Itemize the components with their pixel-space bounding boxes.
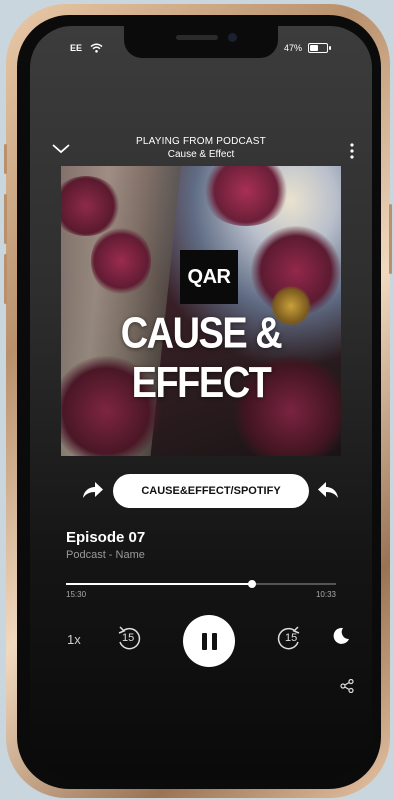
artwork-blossom — [91, 226, 151, 296]
status-right: 47% — [283, 43, 331, 53]
header-subtitle: PLAYING FROM PODCAST — [136, 136, 266, 147]
battery-percent: 47% — [283, 43, 302, 53]
reply-arrow-icon[interactable] — [317, 480, 339, 500]
total-time: 10:33 — [315, 590, 336, 599]
header-title: Cause & Effect — [167, 149, 235, 160]
status-left: EE — [70, 43, 103, 53]
album-artwork: QAR CAUSE & EFFECT — [61, 166, 341, 456]
spotify-link-button[interactable]: CAUSE&EFFECT/SPOTIFY — [113, 474, 309, 508]
volume-up-button — [4, 194, 7, 244]
share-row: CAUSE&EFFECT/SPOTIFY — [30, 474, 372, 508]
skip-back-label: 15 — [122, 632, 135, 644]
playback-speed-button[interactable]: 1x — [67, 632, 81, 647]
artwork-blossom — [201, 166, 291, 226]
front-camera — [228, 33, 237, 42]
skip-forward-button[interactable]: 15 — [274, 623, 304, 653]
progress-bar[interactable] — [66, 580, 336, 588]
screen: EE 47% PLAYING FROM PODCAST Cause & Effe… — [30, 26, 372, 778]
pause-button[interactable] — [183, 615, 235, 667]
mute-switch — [4, 144, 7, 174]
skip-forward-label: 15 — [285, 632, 298, 644]
battery-level — [310, 45, 318, 51]
episode-subtitle: Podcast - Name — [66, 549, 145, 561]
progress-fill — [66, 583, 253, 585]
wifi-icon — [90, 43, 103, 53]
battery-icon — [308, 43, 331, 53]
progress-thumb[interactable] — [248, 580, 257, 588]
episode-title: Episode 07 — [66, 529, 146, 546]
skip-back-button[interactable]: 15 — [114, 623, 144, 653]
artwork-logo: QAR — [180, 250, 238, 304]
speaker — [176, 35, 218, 40]
share-icon[interactable] — [340, 679, 354, 693]
moon-icon[interactable] — [332, 627, 350, 645]
carrier-label: EE — [70, 43, 83, 53]
pause-icon — [199, 632, 219, 650]
power-button — [389, 204, 392, 274]
notch — [124, 26, 278, 58]
now-playing-header: PLAYING FROM PODCAST Cause & Effect — [30, 136, 372, 160]
more-vertical-icon[interactable] — [350, 143, 354, 159]
share-arrow-icon[interactable] — [82, 480, 104, 500]
artwork-title: CAUSE & EFFECT — [120, 309, 283, 408]
current-time: 15:30 — [66, 590, 87, 599]
volume-down-button — [4, 254, 7, 304]
